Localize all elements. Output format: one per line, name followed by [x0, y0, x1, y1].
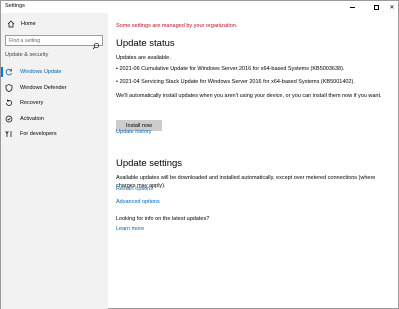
- update-history-link[interactable]: Update history: [116, 129, 151, 135]
- maximize-icon: [373, 4, 379, 10]
- window-title: Settings: [5, 3, 25, 9]
- search-icon[interactable]: [92, 37, 100, 50]
- close-button[interactable]: ✕: [383, 1, 399, 13]
- sidebar-item-label: Home: [21, 21, 36, 27]
- home-icon: [7, 20, 15, 28]
- auto-install-note: We'll automatically install updates when…: [116, 93, 382, 99]
- sidebar: Home Find a setting Update & security Wi…: [1, 13, 108, 309]
- main-content: Some settings are managed by your organi…: [108, 13, 398, 309]
- organization-managed-notice: Some settings are managed by your organi…: [116, 23, 238, 29]
- activation-icon: [5, 115, 13, 123]
- sidebar-item-label: Windows Defender: [20, 85, 67, 91]
- search-placeholder: Find a setting: [9, 38, 41, 44]
- title-bar: Settings ✕: [1, 1, 398, 13]
- sync-icon: [5, 68, 13, 76]
- minimize-button[interactable]: [343, 1, 361, 13]
- minimize-icon: [349, 6, 355, 8]
- updates-available-text: Updates are available.: [116, 55, 171, 61]
- latest-updates-question: Looking for info on the latest updates?: [116, 216, 210, 222]
- update-settings-description: Available updates will be downloaded and…: [116, 175, 376, 189]
- sidebar-item-recovery[interactable]: Recovery: [1, 96, 108, 110]
- sidebar-item-home[interactable]: Home: [7, 19, 36, 29]
- shield-icon: [5, 84, 13, 92]
- sidebar-item-windows-update[interactable]: Windows Update: [1, 65, 108, 79]
- sidebar-item-activation[interactable]: Activation: [1, 112, 108, 126]
- sidebar-section-label: Update & security: [5, 52, 49, 58]
- recovery-icon: [5, 99, 13, 107]
- sidebar-item-label: Recovery: [20, 100, 44, 106]
- update-list-item: • 2021-04 Servicing Stack Update for Win…: [116, 79, 355, 85]
- sidebar-item-label: Windows Update: [20, 69, 62, 75]
- sidebar-item-for-developers[interactable]: For developers: [1, 127, 108, 141]
- settings-window: Settings ✕ Home Find a setting Update & …: [0, 0, 399, 309]
- restart-options-link[interactable]: Restart options: [116, 186, 153, 192]
- update-settings-heading: Update settings: [116, 158, 183, 169]
- sidebar-item-label: For developers: [20, 131, 57, 137]
- learn-more-link[interactable]: Learn more: [116, 226, 144, 232]
- update-list-item: • 2021-06 Cumulative Update for Windows …: [116, 66, 345, 72]
- sidebar-item-windows-defender[interactable]: Windows Defender: [1, 81, 108, 95]
- sidebar-item-label: Activation: [20, 116, 44, 122]
- developer-icon: [5, 130, 13, 138]
- update-status-heading: Update status: [116, 38, 175, 49]
- close-icon: ✕: [389, 4, 395, 11]
- search-input[interactable]: Find a setting: [5, 35, 103, 50]
- advanced-options-link[interactable]: Advanced options: [116, 199, 160, 205]
